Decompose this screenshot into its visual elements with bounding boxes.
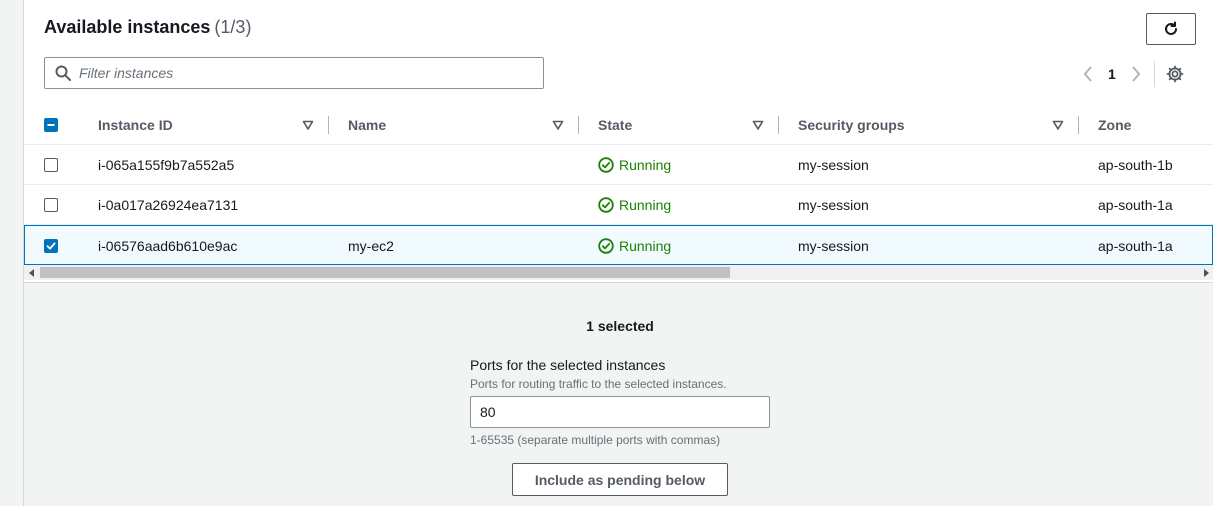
instance-id: i-0a017a26924ea7131: [98, 197, 239, 213]
check-circle-icon: [598, 238, 614, 254]
previous-page-icon[interactable]: [1078, 64, 1098, 84]
instance-state: Running: [598, 185, 671, 225]
instance-count: (1/3): [214, 17, 252, 37]
table-header: Instance ID Name State Security groups Z…: [24, 105, 1213, 145]
row-select-cell: [44, 185, 58, 225]
column-header-zone[interactable]: Zone: [1098, 105, 1131, 145]
state-label: Running: [619, 238, 672, 254]
pagination-divider: [1153, 61, 1155, 87]
row-select-cell: [44, 226, 58, 266]
pagination: 1: [1078, 61, 1185, 87]
row-select-cell: [44, 145, 58, 185]
selection-summary: 1 selected: [586, 318, 654, 334]
scroll-left-icon[interactable]: [27, 268, 37, 278]
state-label: Running: [619, 157, 672, 173]
table-row[interactable]: i-065a155f9b7a552a5 Running my-session a…: [24, 145, 1213, 185]
security-group: my-session: [798, 197, 869, 213]
row-checkbox-checked[interactable]: [44, 239, 58, 253]
column-header-security-groups[interactable]: Security groups: [798, 105, 905, 145]
instance-name: my-ec2: [348, 238, 394, 254]
select-all-cell: [44, 105, 58, 145]
zone: ap-south-1b: [1098, 157, 1173, 173]
column-divider[interactable]: [778, 116, 779, 134]
refresh-button[interactable]: [1146, 13, 1196, 45]
search-icon: [55, 65, 71, 81]
sort-icon[interactable]: [752, 119, 764, 131]
filter-instances-field[interactable]: [44, 57, 544, 89]
sort-icon[interactable]: [552, 119, 564, 131]
horizontal-scrollbar[interactable]: [24, 265, 1213, 280]
available-instances-panel: Available instances(1/3) 1: [24, 0, 1213, 283]
ports-description: Ports for routing traffic to the selecte…: [470, 377, 727, 391]
ports-hint: 1-65535 (separate multiple ports with co…: [470, 433, 721, 447]
table-row-selected[interactable]: i-06576aad6b610e9ac my-ec2 Running my-se…: [24, 225, 1213, 265]
select-all-checkbox[interactable]: [44, 118, 58, 132]
zone: ap-south-1a: [1098, 197, 1173, 213]
zone: ap-south-1a: [1098, 238, 1173, 254]
column-divider[interactable]: [578, 116, 579, 134]
instance-id: i-065a155f9b7a552a5: [98, 157, 235, 173]
column-header-state[interactable]: State: [598, 105, 632, 145]
state-label: Running: [619, 197, 672, 213]
left-rail: [0, 0, 24, 506]
next-page-icon[interactable]: [1126, 64, 1146, 84]
column-divider[interactable]: [328, 116, 329, 134]
security-group: my-session: [798, 157, 869, 173]
panel-title-text: Available instances: [44, 17, 211, 37]
current-page-number[interactable]: 1: [1108, 66, 1116, 82]
instance-state: Running: [598, 226, 671, 266]
gear-icon[interactable]: [1165, 64, 1185, 84]
scrollbar-thumb[interactable]: [40, 267, 730, 278]
instance-state: Running: [598, 145, 671, 185]
table-row[interactable]: i-0a017a26924ea7131 Running my-session a…: [24, 185, 1213, 225]
ports-label: Ports for the selected instances: [470, 357, 666, 373]
refresh-icon: [1163, 21, 1179, 37]
security-group: my-session: [798, 238, 869, 254]
scroll-right-icon[interactable]: [1201, 268, 1211, 278]
instance-id: i-06576aad6b610e9ac: [98, 238, 238, 254]
column-divider[interactable]: [1078, 116, 1079, 134]
include-as-pending-button[interactable]: Include as pending below: [512, 463, 728, 496]
row-checkbox[interactable]: [44, 198, 58, 212]
filter-instances-input[interactable]: [79, 65, 519, 81]
sort-icon[interactable]: [302, 119, 314, 131]
check-circle-icon: [598, 157, 614, 173]
check-circle-icon: [598, 197, 614, 213]
row-checkbox[interactable]: [44, 158, 58, 172]
sort-icon[interactable]: [1052, 119, 1064, 131]
instances-table: Instance ID Name State Security groups Z…: [24, 105, 1213, 265]
ports-input[interactable]: [470, 396, 770, 428]
panel-title: Available instances (1/3): [44, 17, 251, 38]
column-header-name[interactable]: Name: [348, 105, 386, 145]
column-header-instance-id[interactable]: Instance ID: [98, 105, 173, 145]
